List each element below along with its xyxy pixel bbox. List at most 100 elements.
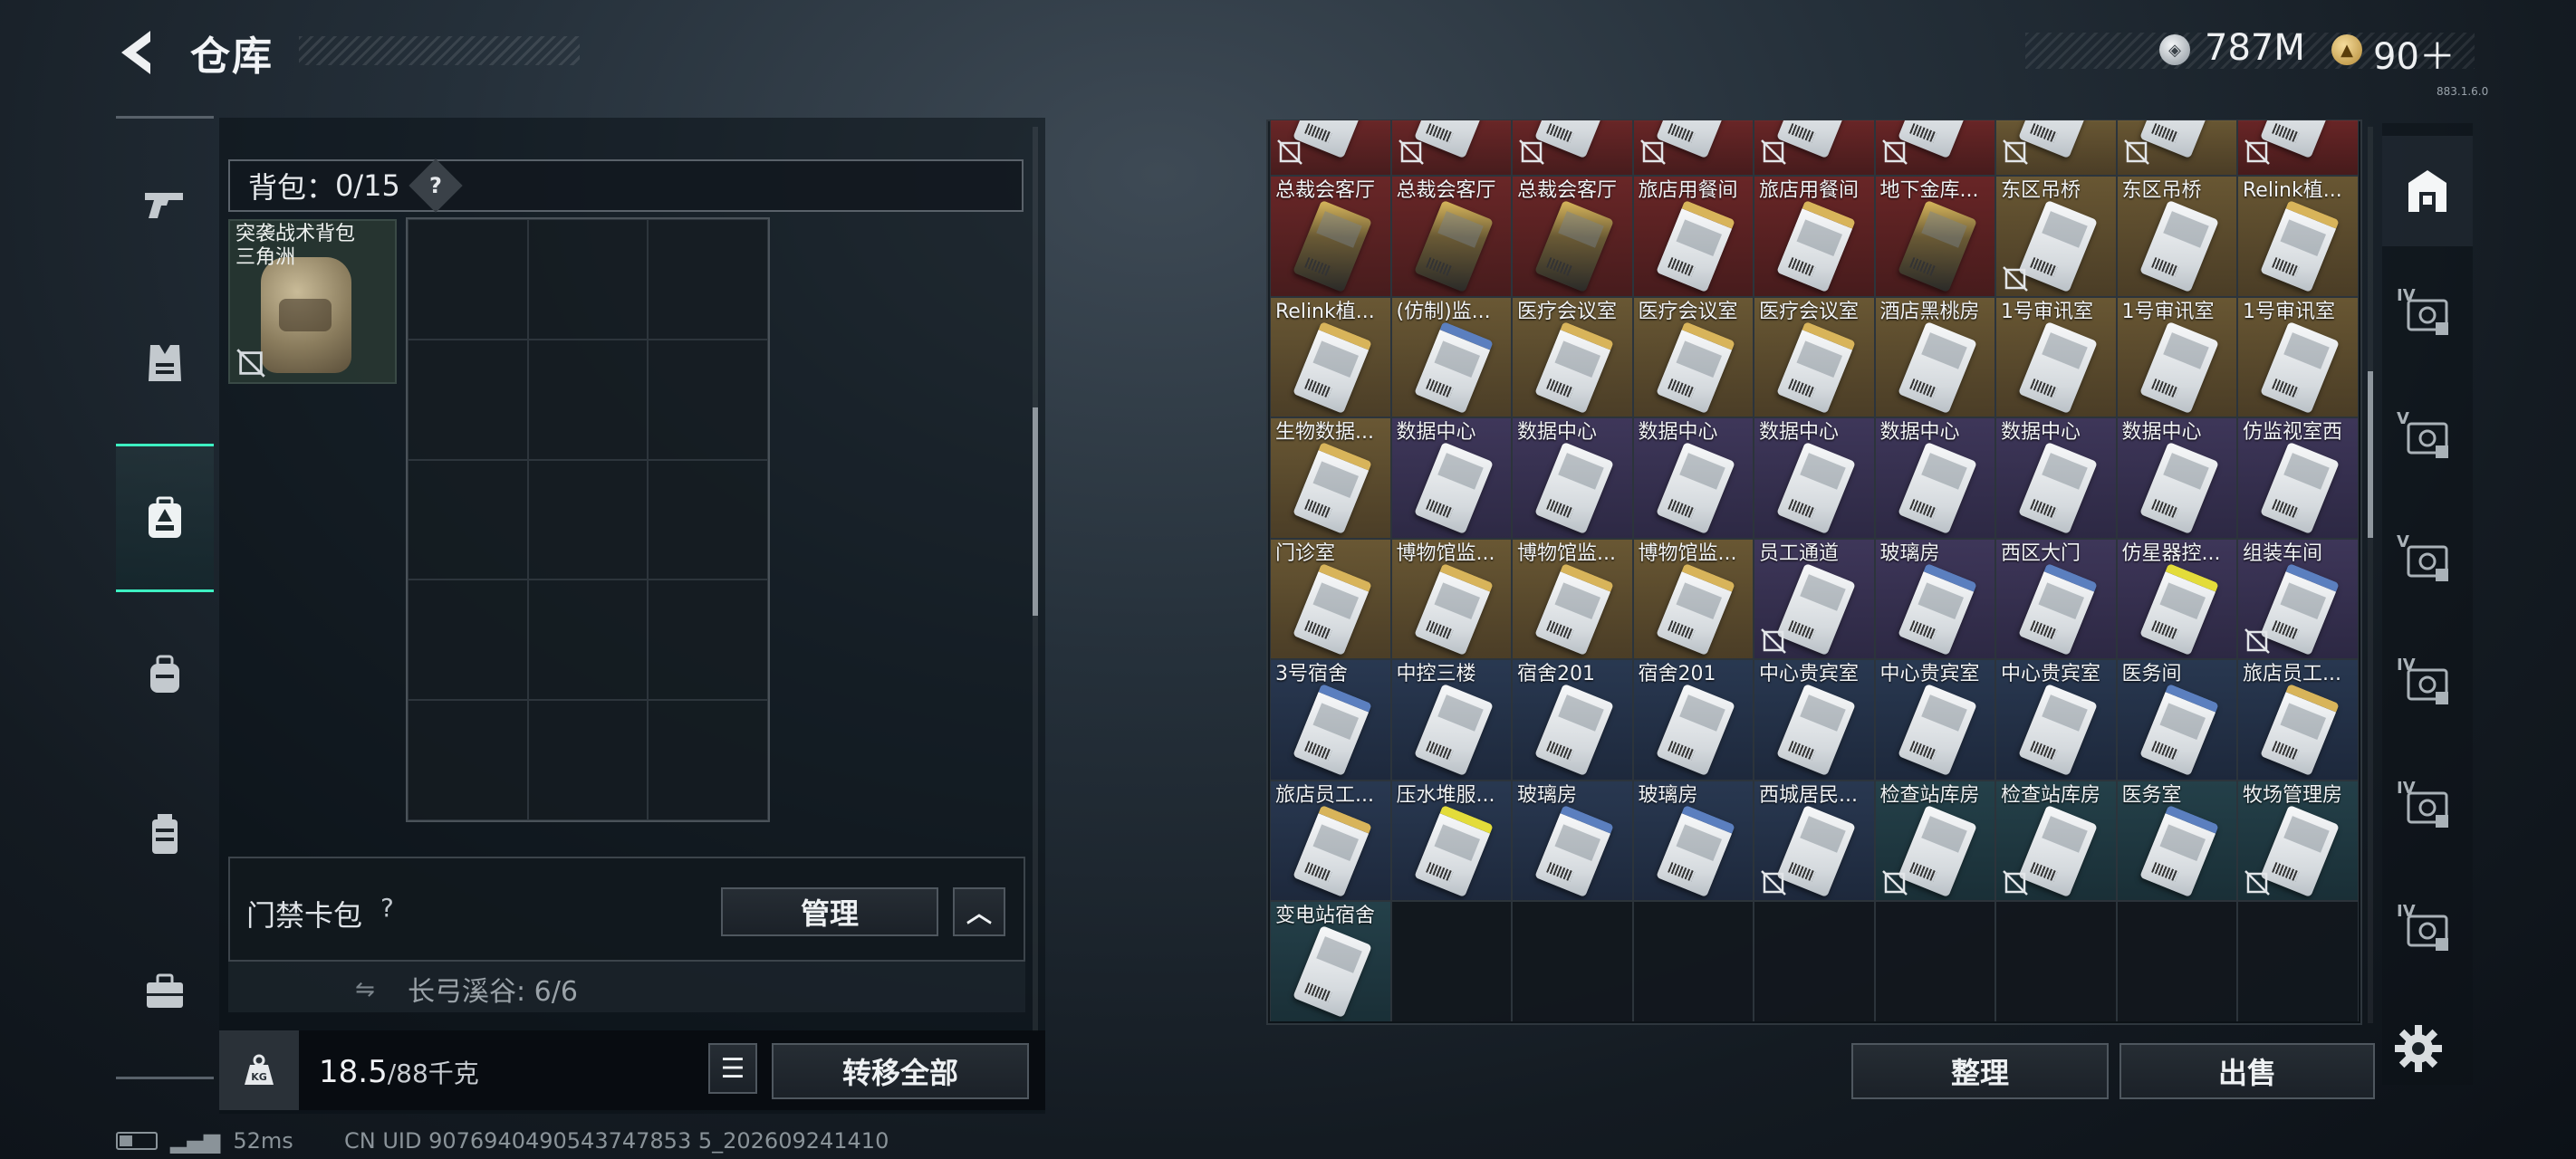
transfer-all-button[interactable]: 转移全部 [772,1043,1029,1099]
storage-cell[interactable]: 3号宿舍 [1270,659,1391,781]
storage-cell[interactable]: 玻璃房 [1512,780,1633,901]
storage-cell-empty[interactable] [1390,901,1512,1021]
storage-cell[interactable]: 数据中心 [1512,417,1633,539]
storage-cell[interactable]: 门诊室 [1270,538,1391,659]
storage-cell[interactable]: 数据中心 [2116,417,2237,539]
storage-cell[interactable]: 1号审讯室 [1995,296,2117,417]
storage-cell[interactable]: 仿星器控... [2116,538,2237,659]
storage-cell[interactable]: 数据中心 [1874,417,1995,539]
sell-button[interactable]: 出售 [2119,1043,2375,1099]
storage-cell[interactable]: 旅店用餐间 [1754,176,1875,297]
storage-cell[interactable]: 医疗会议室 [1754,296,1875,417]
storage-cell[interactable]: 地下金库... [1874,176,1995,297]
storage-tab-6[interactable]: IV [2382,752,2473,862]
storage-tab-1[interactable] [2382,136,2473,246]
storage-cell[interactable]: 医疗会议室 [1632,296,1754,417]
storage-cell[interactable]: 1号审讯室 [2237,296,2359,417]
storage-cell-partial[interactable] [1512,120,1633,176]
storage-cell[interactable]: Relink植... [2237,176,2359,297]
storage-cell[interactable]: 1号审讯室 [2116,296,2237,417]
storage-cell-empty[interactable] [1632,901,1754,1021]
storage-cell[interactable]: 总裁会客厅 [1512,176,1633,297]
collapse-button[interactable]: ︿ [953,887,1005,936]
storage-cell[interactable]: 西区大门 [1995,538,2117,659]
storage-cell[interactable]: 博物馆监... [1390,538,1512,659]
storage-cell-empty[interactable] [2116,901,2237,1021]
storage-cell-partial[interactable] [1270,120,1391,176]
storage-cell[interactable]: 数据中心 [1995,417,2117,539]
storage-cell[interactable]: 数据中心 [1754,417,1875,539]
backpack-grid-slot[interactable] [648,580,768,701]
storage-cell[interactable]: 中控三楼 [1390,659,1512,781]
storage-cell-empty[interactable] [1512,901,1633,1021]
storage-cell[interactable]: 生物数据... [1270,417,1391,539]
storage-cell[interactable]: 宿舍201 [1632,659,1754,781]
storage-cell[interactable]: 东区吊桥 [1995,176,2117,297]
nav-armor[interactable] [116,313,214,413]
storage-cell[interactable]: 变电站宿舍 [1270,901,1391,1021]
backpack-grid-slot[interactable] [527,459,649,580]
backpack-grid-slot[interactable] [408,459,528,580]
storage-cell-partial[interactable] [1390,120,1512,176]
storage-cell[interactable]: 旅店员工... [2237,659,2359,781]
nav-toolbox[interactable] [116,942,214,1041]
storage-tab-4[interactable]: V [2382,505,2473,616]
nav-weapons[interactable] [116,152,214,252]
storage-tab-3[interactable]: V [2382,382,2473,493]
backpack-grid-slot[interactable] [527,219,649,340]
storage-cell[interactable]: 牧场管理房 [2237,780,2359,901]
storage-cell[interactable]: 检查站库房 [1995,780,2117,901]
storage-cell[interactable]: 酒店黑桃房 [1874,296,1995,417]
backpack-grid-slot[interactable] [527,339,649,460]
storage-cell[interactable]: 医务室 [2116,780,2237,901]
storage-cell[interactable]: 医务间 [2116,659,2237,781]
backpack-grid-slot[interactable] [648,459,768,580]
storage-cell[interactable]: 玻璃房 [1632,780,1754,901]
storage-cell[interactable]: 宿舍201 [1512,659,1633,781]
storage-cell-empty[interactable] [1874,901,1995,1021]
backpack-grid-slot[interactable] [408,700,528,820]
sort-button[interactable]: 整理 [1851,1043,2109,1099]
storage-scrollbar-thumb[interactable] [2368,371,2373,538]
storage-cell[interactable]: 旅店用餐间 [1632,176,1754,297]
storage-cell[interactable]: 中心贵宾室 [1754,659,1875,781]
storage-cell[interactable]: 玻璃房 [1874,538,1995,659]
storage-cell[interactable]: 中心贵宾室 [1874,659,1995,781]
storage-cell[interactable]: 总裁会客厅 [1390,176,1512,297]
storage-cell-partial[interactable] [2237,120,2359,176]
storage-cell[interactable]: 旅店员工... [1270,780,1391,901]
storage-tab-5[interactable]: IV [2382,628,2473,739]
settings-gear-icon[interactable] [2391,1021,2446,1076]
storage-cell[interactable]: Relink植... [1270,296,1391,417]
back-arrow-icon[interactable] [114,27,159,78]
list-view-button[interactable]: ☰ [708,1043,757,1094]
storage-cell[interactable]: 仿监视室西 [2237,417,2359,539]
storage-cell[interactable]: 医疗会议室 [1512,296,1633,417]
storage-cell-partial[interactable] [1632,120,1754,176]
storage-cell[interactable]: 东区吊桥 [2116,176,2237,297]
storage-cell-partial[interactable] [1874,120,1995,176]
backpack-grid-slot[interactable] [527,700,649,820]
storage-cell[interactable]: 西城居民... [1754,780,1875,901]
storage-cell[interactable]: (仿制)监... [1390,296,1512,417]
backpack-scrollbar-thumb[interactable] [1033,407,1038,616]
currency-gold-value[interactable]: 90＋ [2373,27,2456,80]
storage-cell[interactable]: 压水堆服... [1390,780,1512,901]
nav-safe-box[interactable] [116,444,214,592]
nav-backpack[interactable] [116,625,214,724]
storage-cell[interactable]: 数据中心 [1390,417,1512,539]
storage-cell[interactable]: 中心贵宾室 [1995,659,2117,781]
storage-cell-partial[interactable] [1995,120,2117,176]
keycard-pack-help-button[interactable]: ? [380,893,394,923]
storage-cell[interactable]: 员工通道 [1754,538,1875,659]
storage-cell[interactable]: 博物馆监... [1512,538,1633,659]
backpack-grid-slot[interactable] [648,219,768,340]
equipped-backpack-slot[interactable]: 突袭战术背包三角洲 [228,219,397,384]
storage-cell-empty[interactable] [2237,901,2359,1021]
backpack-grid-slot[interactable] [408,339,528,460]
backpack-grid-slot[interactable] [408,219,528,340]
storage-cell-partial[interactable] [1754,120,1875,176]
storage-cell[interactable]: 数据中心 [1632,417,1754,539]
backpack-grid-slot[interactable] [648,700,768,820]
backpack-grid-slot[interactable] [408,580,528,701]
